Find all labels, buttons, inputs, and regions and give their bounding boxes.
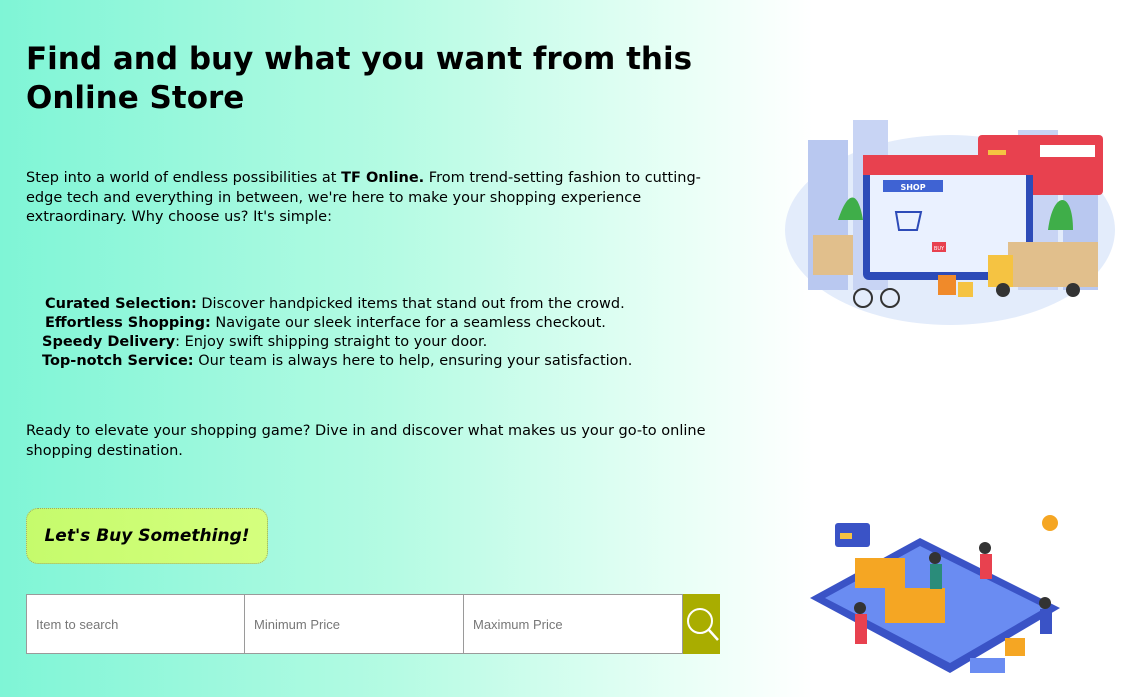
outro-paragraph: Ready to elevate your shopping game? Div… <box>26 423 706 459</box>
shop-sign: SHOP <box>900 183 925 192</box>
online-shop-illustration: SHOP BUY <box>785 120 1115 325</box>
item-search-input[interactable] <box>26 594 245 654</box>
feature-title: Top-notch Service: <box>42 353 194 369</box>
search-button[interactable] <box>683 594 720 654</box>
max-price-input[interactable] <box>464 594 683 654</box>
feature-list: Curated Selection: Discover handpicked i… <box>40 295 632 371</box>
page-title: Find and buy what you want from this Onl… <box>26 41 693 116</box>
feature-title: Effortless Shopping: <box>45 315 211 331</box>
feature-text: Navigate our sleek interface for a seaml… <box>210 315 606 331</box>
lets-buy-button[interactable]: Let's Buy Something! <box>26 508 268 564</box>
intro-text: Step into a world of endless possibiliti… <box>26 170 342 186</box>
search-icon <box>686 608 719 641</box>
feature-title: Speedy Delivery <box>42 334 176 350</box>
feature-title: Curated Selection: <box>45 296 197 312</box>
brand-name: TF Online. <box>341 170 425 186</box>
feature-text: Discover handpicked items that stand out… <box>196 296 625 312</box>
feature-item: Speedy Delivery: Enjoy swift shipping st… <box>40 333 632 352</box>
feature-text: : Enjoy swift shipping straight to your … <box>175 334 488 350</box>
intro-paragraph: Step into a world of endless possibiliti… <box>26 169 716 228</box>
feature-item: Top-notch Service: Our team is always he… <box>40 352 632 371</box>
isometric-shopping-illustration <box>810 515 1060 673</box>
search-bar <box>26 594 720 654</box>
buy-tag: BUY <box>934 246 945 252</box>
feature-item: Effortless Shopping: Navigate our sleek … <box>40 314 632 333</box>
min-price-input[interactable] <box>245 594 464 654</box>
feature-text: Our team is always here to help, ensurin… <box>193 353 633 369</box>
feature-item: Curated Selection: Discover handpicked i… <box>40 295 632 314</box>
